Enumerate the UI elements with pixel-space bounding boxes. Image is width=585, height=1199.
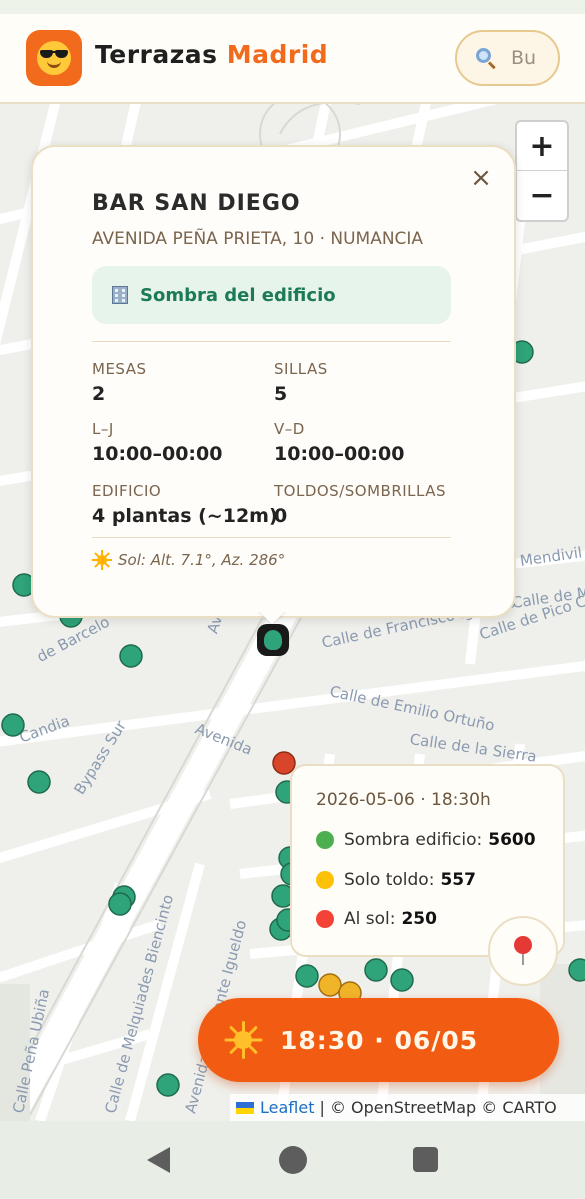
- terrace-marker-shade: [568, 958, 585, 982]
- divider: [92, 537, 451, 538]
- building-icon: [110, 285, 130, 305]
- hours-weekday-label: L–J: [92, 420, 114, 438]
- time-picker-button[interactable]: 18:30 · 06/05: [198, 998, 559, 1082]
- terrace-marker-toldo: [318, 973, 342, 997]
- sillas-value: 5: [274, 383, 288, 405]
- stat-value: 557: [440, 870, 476, 890]
- search-placeholder: Bu: [511, 47, 537, 69]
- leaflet-link[interactable]: Leaflet: [260, 1098, 314, 1117]
- app-header: Terrazas Madrid Bu: [0, 14, 585, 104]
- awnings-value: 0: [274, 505, 288, 527]
- popup-tip: [258, 612, 288, 628]
- terrace-address: AVENIDA PEÑA PRIETA, 10 · NUMANCIA: [92, 229, 424, 249]
- hours-weekend-value: 10:00–00:00: [274, 443, 405, 465]
- stat-value: 5600: [488, 830, 536, 850]
- app-logo[interactable]: [26, 30, 82, 86]
- mesas-value: 2: [92, 383, 106, 405]
- selected-terrace-marker[interactable]: [257, 624, 289, 656]
- terrace-marker-shade: [108, 892, 132, 916]
- terrace-marker-shade: [156, 1073, 180, 1097]
- time-picker-label: 18:30 · 06/05: [280, 1025, 479, 1055]
- hours-weekend-label: V–D: [274, 420, 305, 438]
- terrace-marker-shade: [119, 644, 143, 668]
- app-title-accent: Madrid: [226, 40, 329, 69]
- home-icon[interactable]: [279, 1146, 307, 1174]
- zoom-control: + −: [515, 120, 569, 222]
- zoom-out-button[interactable]: −: [517, 171, 567, 220]
- stat-row-shade: Sombra edificio: 5600: [316, 830, 536, 850]
- app-title-main: Terrazas: [95, 40, 218, 69]
- system-nav-bar: [0, 1121, 585, 1199]
- stat-value: 250: [401, 909, 437, 929]
- pin-icon: [512, 936, 534, 966]
- yellow-circle-icon: [316, 871, 334, 889]
- sun-position-text: Sol: Alt. 7.1°, Az. 286°: [118, 551, 286, 569]
- recent-apps-icon[interactable]: [413, 1147, 438, 1172]
- stat-label: Solo toldo:: [344, 870, 435, 890]
- search-icon: [475, 47, 497, 70]
- stat-label: Sombra edificio:: [344, 830, 483, 850]
- zoom-in-button[interactable]: +: [517, 122, 567, 171]
- search-input[interactable]: Bu: [455, 30, 560, 86]
- sun-icon: [224, 1021, 263, 1059]
- terrace-marker-shade: [390, 968, 414, 992]
- shade-status-label: Sombra del edificio: [140, 284, 336, 306]
- terrace-name: BAR SAN DIEGO: [92, 191, 301, 216]
- sillas-label: SILLAS: [274, 360, 328, 378]
- stats-datetime: 2026-05-06 · 18:30h: [316, 790, 491, 810]
- divider: [92, 341, 451, 342]
- stat-row-toldo: Solo toldo: 557: [316, 870, 476, 890]
- terrace-popup: × BAR SAN DIEGO AVENIDA PEÑA PRIETA, 10 …: [31, 145, 516, 618]
- attribution-text: | © OpenStreetMap © CARTO: [319, 1098, 557, 1117]
- mesas-label: MESAS: [92, 360, 147, 378]
- terrace-marker-shade: [1, 713, 25, 737]
- ukraine-flag-icon: [236, 1101, 254, 1114]
- map-attribution: Leaflet | © OpenStreetMap © CARTO: [230, 1094, 585, 1121]
- red-circle-icon: [316, 910, 334, 928]
- shade-status-badge: Sombra del edificio: [92, 266, 451, 324]
- terrace-marker-shade: [295, 964, 319, 988]
- sunglasses-emoji-icon: [37, 41, 71, 75]
- awnings-label: TOLDOS/SOMBRILLAS: [274, 482, 447, 500]
- building-label: EDIFICIO: [92, 482, 162, 500]
- building-value: 4 plantas (~12m): [92, 505, 278, 527]
- sun-icon: [92, 550, 112, 570]
- terrace-marker-shade: [364, 958, 388, 982]
- app-title: Terrazas Madrid: [95, 40, 328, 69]
- stat-label: Al sol:: [344, 909, 396, 929]
- stat-row-sun: Al sol: 250: [316, 909, 437, 929]
- terrace-marker-shade: [27, 770, 51, 794]
- back-icon[interactable]: [147, 1147, 170, 1173]
- locate-button[interactable]: [488, 916, 558, 986]
- green-circle-icon: [316, 831, 334, 849]
- hours-weekday-value: 10:00–00:00: [92, 443, 223, 465]
- status-bar: [0, 0, 585, 14]
- sun-position: Sol: Alt. 7.1°, Az. 286°: [92, 550, 285, 570]
- popup-close-button[interactable]: ×: [466, 163, 496, 193]
